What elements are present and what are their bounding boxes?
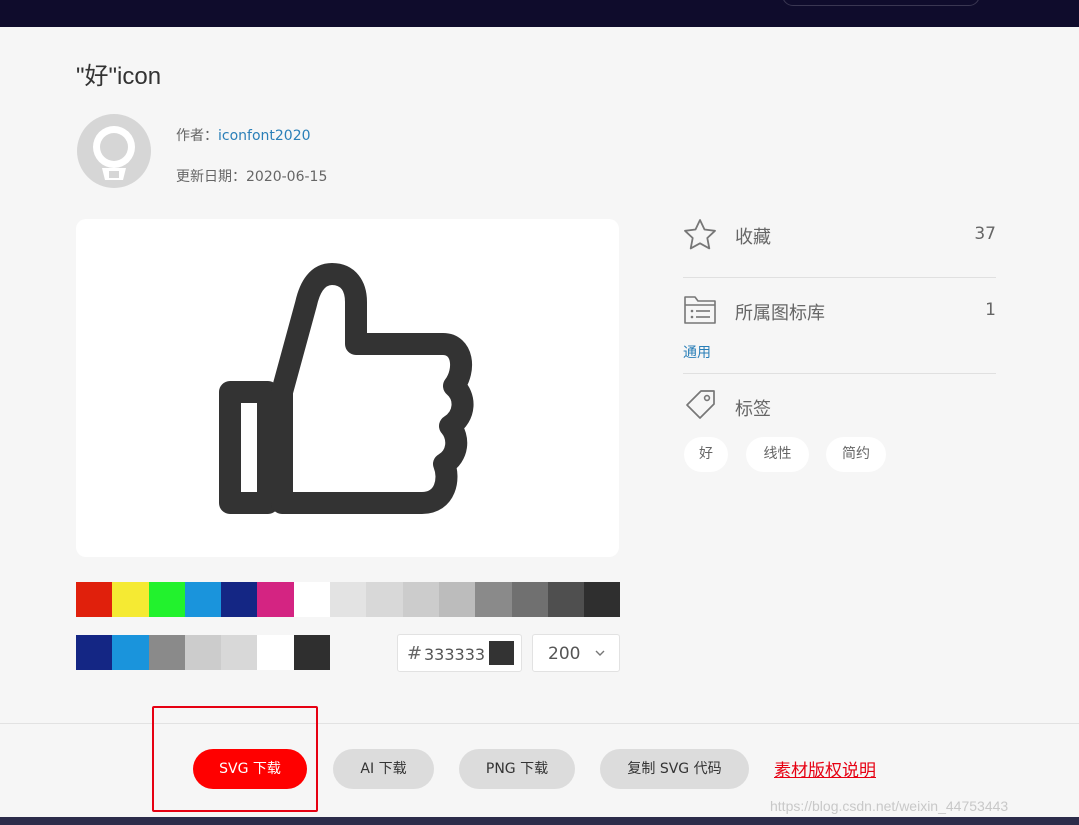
library-link[interactable]: 通用 [683,342,711,362]
color-swatch[interactable] [547,582,585,617]
license-link[interactable]: 素材版权说明 [774,756,876,781]
color-swatch[interactable] [293,582,331,617]
color-swatch[interactable] [584,582,621,617]
color-swatch[interactable] [438,582,476,617]
tag-chip[interactable]: 线性 [746,437,809,472]
color-swatch[interactable] [330,582,367,617]
color-palette-row-2 [76,635,331,670]
top-search-box[interactable] [782,0,980,6]
color-swatch[interactable] [112,582,149,617]
color-swatch[interactable] [475,582,512,617]
bottom-strip [0,817,1079,825]
divider [683,373,996,374]
update-date-line: 更新日期：2020-06-15 [176,166,327,186]
tag-chip[interactable]: 好 [684,437,728,472]
author-label: 作者： [176,128,218,144]
tags-row: 标签 [683,389,996,423]
color-swatch[interactable] [148,635,185,670]
color-swatch[interactable] [293,635,331,670]
color-swatch[interactable] [184,635,222,670]
chevron-down-icon [595,650,605,656]
color-swatch[interactable] [112,635,149,670]
size-select[interactable]: 200 [532,634,620,672]
tag-icon [686,390,715,419]
color-swatch[interactable] [402,582,439,617]
library-icon [684,296,716,324]
watermark-text: https://blog.csdn.net/weixin_44753443 [770,798,1009,814]
library-count: 1 [985,300,996,320]
color-swatch[interactable] [221,582,258,617]
library-row: 所属图标库 1 [683,293,996,327]
favorite-row[interactable]: 收藏 37 [683,218,996,252]
color-swatch[interactable] [76,582,113,617]
author-avatar[interactable] [77,114,151,188]
library-label: 所属图标库 [735,303,825,324]
color-swatch[interactable] [366,582,403,617]
ai-download-button[interactable]: AI 下载 [333,749,434,789]
color-swatch[interactable] [257,635,294,670]
thumbs-up-icon [219,263,474,514]
color-palette-row-1 [76,582,621,617]
divider [683,277,996,278]
hash-symbol: # [407,643,423,664]
color-swatch[interactable] [148,582,185,617]
hex-color-input[interactable]: # 333333 [397,634,522,672]
copy-svg-code-button[interactable]: 复制 SVG 代码 [600,749,749,789]
favorite-label: 收藏 [735,227,771,248]
color-swatch[interactable] [257,582,294,617]
hex-value[interactable]: 333333 [424,645,485,664]
color-swatch[interactable] [184,582,222,617]
color-swatch[interactable] [76,635,113,670]
current-color-chip [489,641,514,665]
author-line: 作者：iconfont2020 [176,125,311,145]
author-link[interactable]: iconfont2020 [218,128,311,144]
svg-download-button[interactable]: SVG 下载 [193,749,307,789]
tag-chip[interactable]: 简约 [826,437,886,472]
updated-date: 2020-06-15 [246,169,328,185]
size-value: 200 [548,644,581,664]
astronaut-avatar-icon [93,126,135,180]
png-download-button[interactable]: PNG 下载 [459,749,575,789]
tags-label: 标签 [735,399,771,420]
favorite-count: 37 [974,224,996,244]
updated-label: 更新日期： [176,169,246,185]
star-icon[interactable] [683,218,717,250]
page-title: "好"icon [76,63,162,90]
color-swatch[interactable] [221,635,258,670]
top-navigation-bar [0,0,1079,27]
color-swatch[interactable] [511,582,548,617]
